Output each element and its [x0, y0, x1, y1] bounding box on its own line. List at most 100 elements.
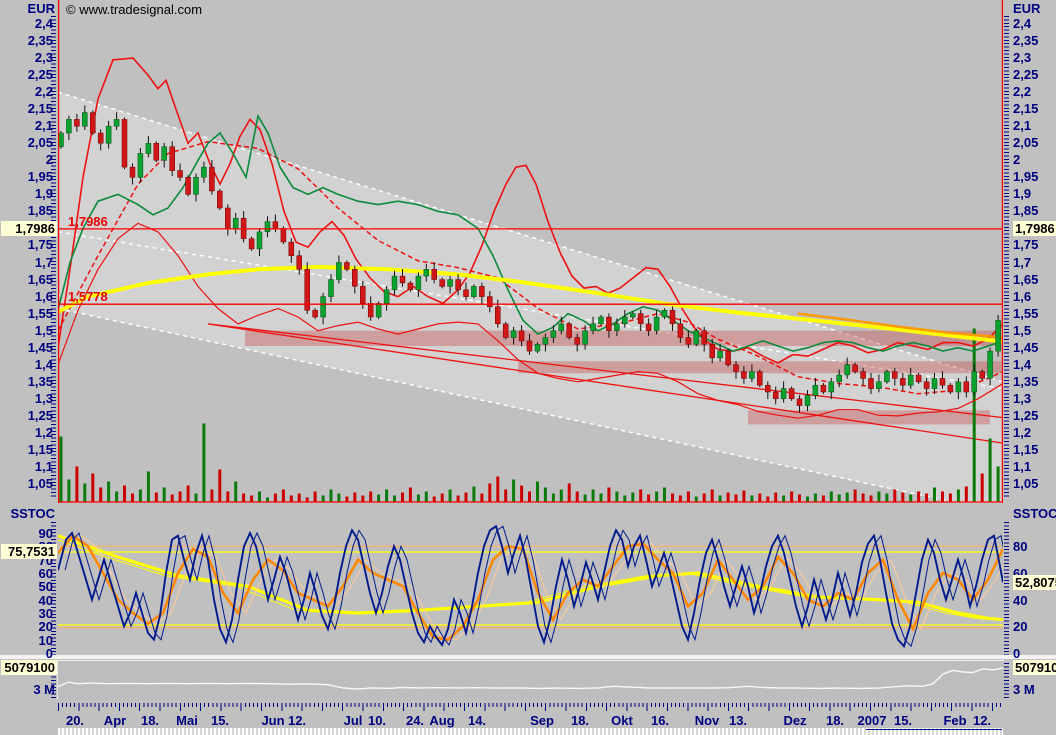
- price-tick-label-right: 1,4: [1013, 357, 1031, 372]
- price-tick-label-right: 1,1: [1013, 459, 1031, 474]
- price-axis-unit-right: EUR: [1013, 1, 1040, 16]
- price-tick-label-left: 2: [1, 152, 53, 167]
- x-axis-ticks-major: [58, 703, 1003, 711]
- watermark: © www.tradesignal.com: [66, 2, 202, 17]
- price-tick-label-left: 1,7: [1, 255, 53, 270]
- x-axis-label: 18.: [141, 713, 159, 728]
- x-axis-label: Mai: [176, 713, 198, 728]
- price-tick-label-left: 2,15: [1, 101, 53, 116]
- x-axis-label: 20.: [66, 713, 84, 728]
- price-tick-label-right: 1,9: [1013, 186, 1031, 201]
- price-tick-label-left: 2,3: [1, 50, 53, 65]
- price-tick-label-left: 1,85: [1, 203, 53, 218]
- price-tick-label-left: 1,6: [1, 289, 53, 304]
- price-tick-label-left: 1,9: [1, 186, 53, 201]
- volume-tick-right: 3 M: [1013, 682, 1035, 697]
- trading-chart-window: EUR EUR © www.tradesignal.com 1,7986 1,5…: [0, 0, 1056, 735]
- x-axis-label: 18.: [826, 713, 844, 728]
- price-tick-label-right: 1,35: [1013, 374, 1038, 389]
- x-axis-label: 12.: [973, 713, 991, 728]
- price-tick-label-right: 2,4: [1013, 16, 1031, 31]
- x-axis-label: Jun: [261, 713, 284, 728]
- price-tick-label-left: 1,15: [1, 442, 53, 457]
- x-axis-label: Nov: [695, 713, 720, 728]
- price-tick-label-right: 2,35: [1013, 33, 1038, 48]
- sstoc-tick-label-left: 20: [1, 619, 53, 634]
- price-tick-label-right: 1,5: [1013, 323, 1031, 338]
- volume-axis-ticks-right: [1004, 663, 1009, 698]
- price-chart-canvas[interactable]: [58, 0, 1003, 503]
- panel-separator: [0, 655, 1056, 659]
- support-level-label: 1,5778: [68, 289, 108, 304]
- x-axis-label: 18.: [571, 713, 589, 728]
- price-tick-label-right: 1,45: [1013, 340, 1038, 355]
- price-tick-label-left: 2,1: [1, 118, 53, 133]
- x-axis-label: 13.: [729, 713, 747, 728]
- price-tick-label-right: 1,25: [1013, 408, 1038, 423]
- sstoc-value-badge-right: 52,8075: [1013, 575, 1056, 590]
- sstoc-axis-title-right: SSTOC: [1013, 506, 1056, 521]
- sstoc-value-badge-left: 75,7531: [1, 544, 57, 559]
- price-tick-label-right: 1,7: [1013, 255, 1031, 270]
- price-tick-label-left: 1,95: [1, 169, 53, 184]
- x-axis-label: 15.: [894, 713, 912, 728]
- volume-value-badge-left: 5079100: [1, 660, 57, 675]
- price-tick-label-right: 1,3: [1013, 391, 1031, 406]
- x-axis-label: Dez: [783, 713, 806, 728]
- x-axis-label: Apr: [104, 713, 126, 728]
- price-tick-label-right: 2,15: [1013, 101, 1038, 116]
- price-tick-label-right: 2,25: [1013, 67, 1038, 82]
- price-tick-label-left: 1,2: [1, 425, 53, 440]
- sstoc-tick-label-left: 0: [1, 646, 53, 661]
- price-tick-label-right: 1,95: [1013, 169, 1038, 184]
- price-tick-label-right: 2,05: [1013, 135, 1038, 150]
- x-axis-label: 24.: [406, 713, 424, 728]
- bottom-scrollbar[interactable]: [58, 728, 1003, 735]
- price-tick-label-left: 1,05: [1, 476, 53, 491]
- sstoc-tick-label-right: 20: [1013, 619, 1027, 634]
- price-tick-label-left: 1,1: [1, 459, 53, 474]
- price-tick-label-right: 2,2: [1013, 84, 1031, 99]
- x-axis-label: Aug: [429, 713, 454, 728]
- price-tick-label-left: 1,35: [1, 374, 53, 389]
- volume-chart-canvas[interactable]: [58, 661, 1003, 699]
- price-tick-label-right: 1,2: [1013, 425, 1031, 440]
- price-tick-label-right: 1,15: [1013, 442, 1038, 457]
- x-axis-label: Feb: [943, 713, 966, 728]
- stochastic-chart-canvas[interactable]: [58, 505, 1003, 655]
- sstoc-tick-label-left: 50: [1, 579, 53, 594]
- price-tick-label-left: 1,65: [1, 272, 53, 287]
- price-tick-label-left: 1,45: [1, 340, 53, 355]
- sstoc-tick-label-right: 40: [1013, 593, 1027, 608]
- volume-value-badge-right: 5079100: [1013, 660, 1056, 675]
- price-tick-label-left: 1,75: [1, 237, 53, 252]
- price-tick-label-right: 1,6: [1013, 289, 1031, 304]
- sstoc-tick-label-right: 80: [1013, 539, 1027, 554]
- x-axis-label: Okt: [611, 713, 633, 728]
- x-axis-label: 16.: [651, 713, 669, 728]
- x-axis-label: Jul: [344, 713, 363, 728]
- price-tick-label-left: 1,4: [1, 357, 53, 372]
- price-tick-label-left: 1,5: [1, 323, 53, 338]
- price-tick-label-right: 2: [1013, 152, 1020, 167]
- price-tick-label-left: 1,25: [1, 408, 53, 423]
- price-level-badge-left: 1,7986: [1, 221, 57, 236]
- price-tick-label-right: 1,05: [1013, 476, 1038, 491]
- price-tick-label-right: 1,85: [1013, 203, 1038, 218]
- price-tick-label-left: 2,4: [1, 16, 53, 31]
- price-tick-label-left: 2,35: [1, 33, 53, 48]
- x-axis-label: 14.: [468, 713, 486, 728]
- x-axis-label: Sep: [530, 713, 554, 728]
- price-tick-label-right: 2,3: [1013, 50, 1031, 65]
- price-tick-label-left: 2,05: [1, 135, 53, 150]
- price-tick-label-left: 2,2: [1, 84, 53, 99]
- price-tick-label-right: 1,55: [1013, 306, 1038, 321]
- price-tick-label-right: 1,65: [1013, 272, 1038, 287]
- price-tick-label-left: 1,55: [1, 306, 53, 321]
- sstoc-axis-ticks-right: [1004, 522, 1009, 655]
- sstoc-axis-title-left: SSTOC: [1, 506, 55, 521]
- price-tick-label-right: 2,1: [1013, 118, 1031, 133]
- volume-tick-left: 3 M: [1, 682, 55, 697]
- x-axis-label: 10.: [368, 713, 386, 728]
- price-level-badge-right: 1,7986: [1013, 221, 1056, 236]
